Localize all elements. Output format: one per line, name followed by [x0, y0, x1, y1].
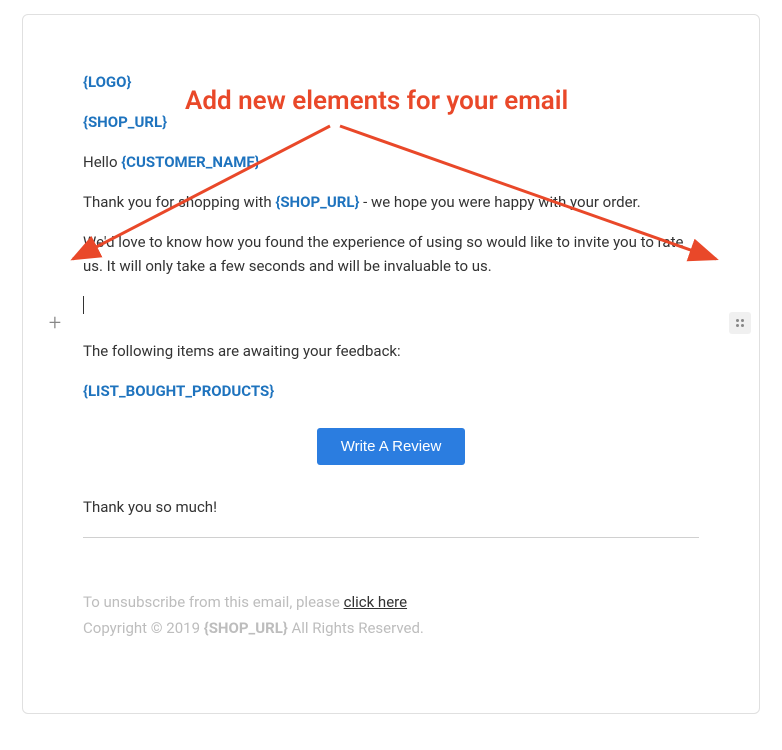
awaiting-feedback-text: The following items are awaiting your fe… — [83, 342, 401, 360]
unsubscribe-prefix: To unsubscribe from this email, please — [83, 593, 344, 611]
add-element-button[interactable]: + — [43, 311, 67, 335]
shop-url-token: {SHOP_URL} — [83, 113, 167, 131]
cta-wrapper: Write A Review — [83, 428, 699, 465]
email-editor-container: + {LOGO} {SHOP_URL} Hello {CUSTOMER_NAME… — [22, 14, 760, 714]
thank-you-suffix: - we hope you were happy with your order… — [359, 193, 640, 211]
logo-token: {LOGO} — [83, 73, 131, 91]
plus-icon: + — [49, 311, 61, 336]
drag-handle[interactable] — [729, 312, 751, 334]
text-cursor-icon — [83, 296, 84, 314]
invite-text-line[interactable]: We'd love to know how you found the expe… — [83, 230, 699, 278]
copyright-shop-token: {SHOP_URL} — [204, 619, 288, 637]
copyright-prefix: Copyright © 2019 — [83, 619, 204, 637]
greeting-prefix: Hello — [83, 153, 121, 171]
awaiting-feedback-line[interactable]: The following items are awaiting your fe… — [83, 339, 699, 363]
invite-text: We'd love to know how you found the expe… — [83, 233, 683, 275]
list-products-token: {LIST_BOUGHT_PRODUCTS} — [83, 382, 274, 400]
section-divider — [83, 537, 699, 538]
active-edit-line[interactable] — [83, 294, 699, 314]
products-list-line[interactable]: {LIST_BOUGHT_PRODUCTS} — [83, 379, 699, 403]
write-review-button[interactable]: Write A Review — [317, 428, 466, 465]
thank-you-line[interactable]: Thank you for shopping with {SHOP_URL} -… — [83, 190, 699, 214]
email-content-area: + {LOGO} {SHOP_URL} Hello {CUSTOMER_NAME… — [83, 70, 699, 637]
thank-you-prefix: Thank you for shopping with — [83, 193, 275, 211]
unsubscribe-line[interactable]: To unsubscribe from this email, please c… — [83, 593, 699, 611]
unsubscribe-link[interactable]: click here — [344, 593, 407, 611]
shop-url-line[interactable]: {SHOP_URL} — [83, 110, 699, 134]
shop-url-inline-token: {SHOP_URL} — [275, 193, 359, 211]
copyright-line[interactable]: Copyright © 2019 {SHOP_URL} All Rights R… — [83, 619, 699, 637]
greeting-line[interactable]: Hello {CUSTOMER_NAME} — [83, 150, 699, 174]
thanks-closing-text: Thank you so much! — [83, 498, 217, 516]
copyright-suffix: All Rights Reserved. — [288, 619, 424, 637]
logo-placeholder-line[interactable]: {LOGO} — [83, 70, 699, 94]
thanks-closing-line[interactable]: Thank you so much! — [83, 495, 699, 519]
customer-name-token: {CUSTOMER_NAME} — [121, 153, 259, 171]
